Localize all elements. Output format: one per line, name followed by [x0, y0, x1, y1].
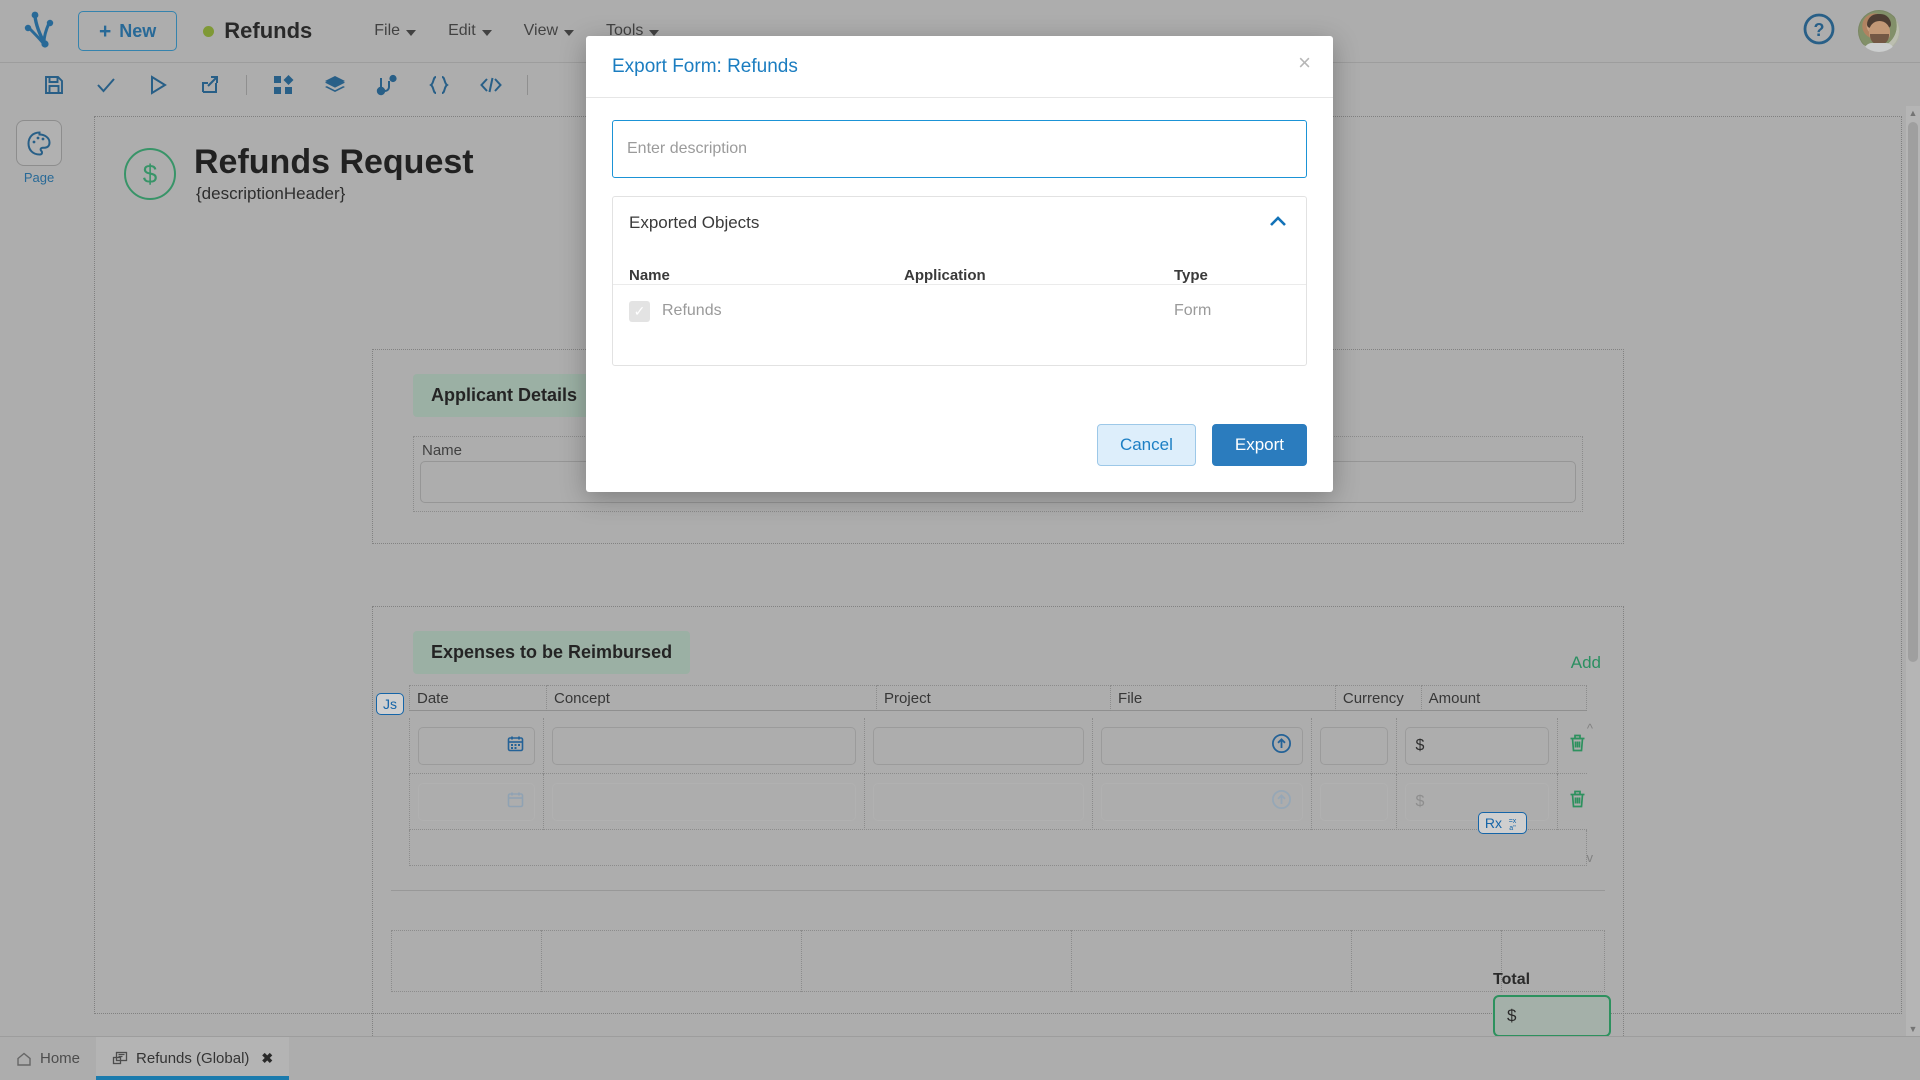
cancel-button[interactable]: Cancel	[1096, 424, 1196, 466]
close-icon[interactable]: ×	[1298, 52, 1311, 74]
javascript-badge-label: Js	[383, 696, 397, 712]
formula-glyph-icon: =x a"	[1509, 818, 1517, 831]
javascript-badge-icon[interactable]: Js	[376, 693, 404, 715]
export-button[interactable]: Export	[1211, 424, 1307, 466]
object-name-label: Refunds	[662, 302, 722, 319]
exported-objects-panel: Exported Objects Name Application Type ✓…	[612, 196, 1307, 366]
exported-objects-columns: Name Application Type	[613, 249, 1306, 285]
formula-badge-label: Rx	[1484, 815, 1502, 831]
table-row: ✓ Refunds Form	[613, 285, 1306, 337]
column-header-application: Application	[904, 267, 986, 284]
modal-actions: Cancel Export	[1096, 424, 1307, 466]
chevron-up-icon[interactable]	[1268, 213, 1288, 233]
column-header-type: Type	[1174, 267, 1208, 284]
exported-objects-header[interactable]: Exported Objects	[613, 197, 1306, 249]
svg-text:=x: =x	[1509, 818, 1517, 825]
row-checkbox: ✓	[629, 300, 650, 322]
exported-objects-title: Exported Objects	[629, 213, 760, 232]
formula-badge-icon[interactable]: Rx =x a"	[1477, 812, 1527, 834]
modal-title: Export Form: Refunds	[612, 55, 798, 77]
svg-text:a": a"	[1509, 825, 1516, 831]
modal-header: Export Form: Refunds ×	[586, 36, 1333, 98]
description-placeholder: Enter description	[627, 140, 748, 157]
column-header-name: Name	[629, 267, 670, 284]
object-type-cell: Form	[1174, 302, 1212, 319]
object-name-cell: ✓ Refunds	[629, 300, 904, 322]
description-input[interactable]: Enter description	[612, 120, 1307, 178]
export-form-modal: Export Form: Refunds × Enter description…	[586, 36, 1333, 492]
